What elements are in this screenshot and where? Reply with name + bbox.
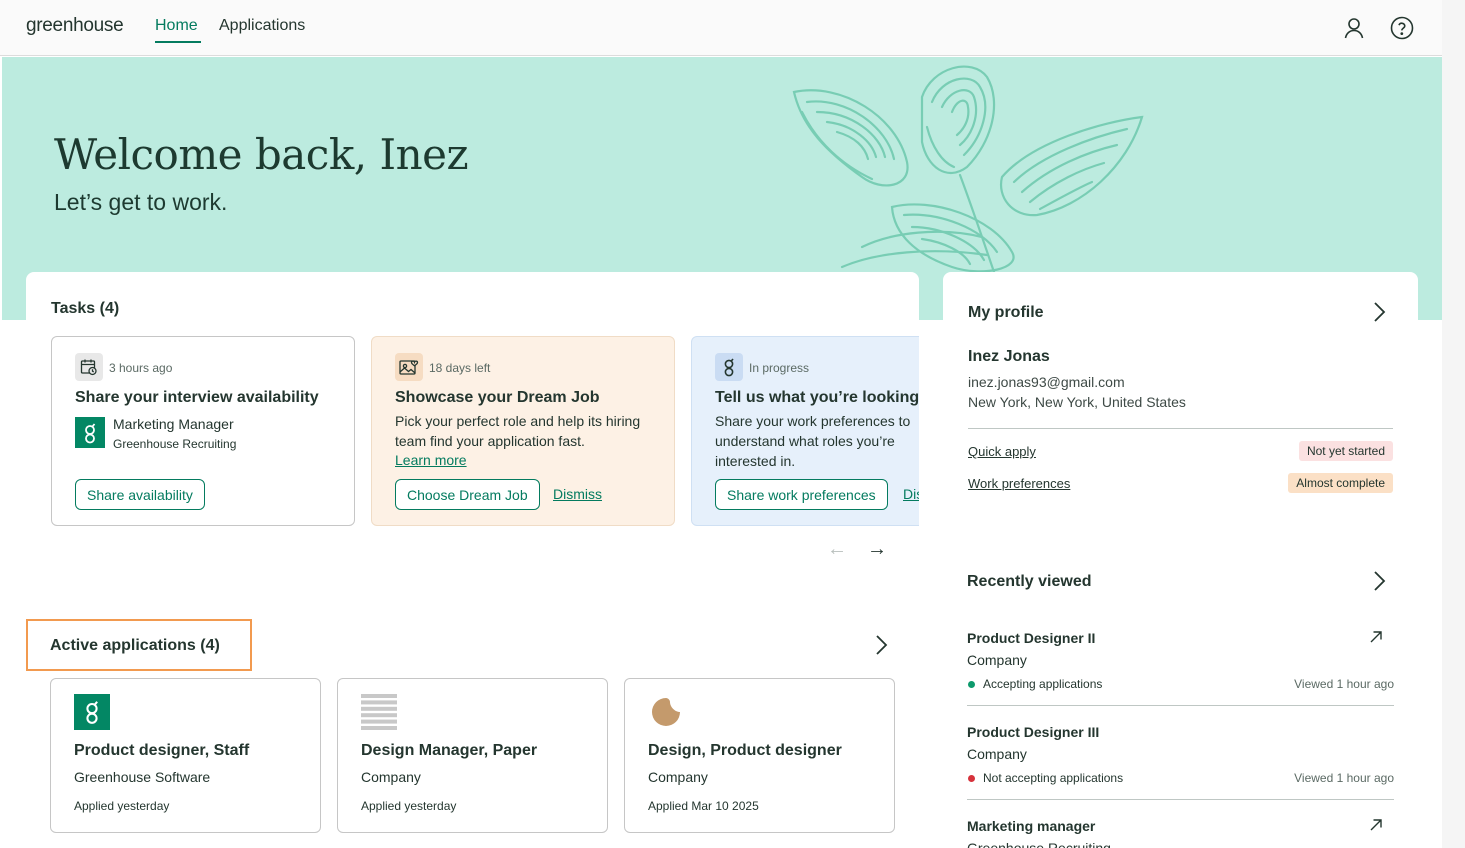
task-card-dream-job: 18 days left Showcase your Dream Job Pic… xyxy=(371,336,675,526)
task-badge xyxy=(75,353,103,381)
application-title: Design Manager, Paper xyxy=(361,742,538,759)
job-status: Accepting applications xyxy=(983,677,1103,691)
job-company: Company xyxy=(967,746,1027,762)
carousel-next-arrow-icon[interactable]: → xyxy=(867,538,887,561)
active-applications-heading[interactable]: Active applications (4) xyxy=(50,637,220,655)
application-title: Design, Product designer xyxy=(648,742,842,759)
dismiss-link[interactable]: Dismiss xyxy=(553,486,602,502)
user-account-icon[interactable] xyxy=(1342,16,1366,40)
job-title: Product Designer III xyxy=(967,724,1100,740)
job-company: Company xyxy=(967,652,1027,668)
work-preferences-link[interactable]: Work preferences xyxy=(968,476,1070,491)
chevron-right-icon[interactable] xyxy=(1370,570,1388,592)
image-heart-icon xyxy=(399,360,419,375)
carousel-prev-arrow-icon[interactable]: ← xyxy=(827,538,847,561)
application-date: Applied yesterday xyxy=(361,799,457,813)
greenhouse-logo[interactable]: greenhouse xyxy=(26,15,124,37)
my-profile-card: My profile Inez Jonas inez.jonas93@gmail… xyxy=(943,272,1418,517)
application-card[interactable]: Product designer, Staff Greenhouse Softw… xyxy=(50,678,321,833)
greenhouse-g-glyph xyxy=(86,701,98,724)
divider xyxy=(968,428,1393,429)
external-link-arrow-icon[interactable] xyxy=(1368,629,1384,645)
job-company: Greenhouse Recruiting xyxy=(967,840,1111,848)
learn-more-link[interactable]: Learn more xyxy=(395,452,467,468)
status-dot-not-accepting xyxy=(968,775,975,782)
tasks-heading: Tasks (4) xyxy=(51,300,120,317)
greenhouse-logo-icon xyxy=(74,694,110,730)
divider xyxy=(967,705,1394,706)
profile-location: New York, New York, United States xyxy=(968,394,1186,410)
dismiss-link[interactable]: Dismiss xyxy=(903,486,919,502)
task-description: Share your work preferences to understan… xyxy=(715,413,911,469)
application-company: Greenhouse Software xyxy=(74,769,211,785)
quick-apply-status-badge: Not yet started xyxy=(1298,441,1393,461)
help-icon[interactable] xyxy=(1390,16,1414,40)
recently-viewed-heading[interactable]: Recently viewed xyxy=(967,573,1092,591)
task-title: Showcase your Dream Job xyxy=(395,389,600,406)
profile-name: Inez Jonas xyxy=(968,348,1050,365)
choose-dream-job-button[interactable]: Choose Dream Job xyxy=(395,479,540,510)
nav-applications-link[interactable]: Applications xyxy=(219,17,305,35)
greenhouse-g-glyph xyxy=(85,422,96,443)
external-link-arrow-icon[interactable] xyxy=(1368,817,1384,833)
task-job-role: Marketing Manager xyxy=(113,416,234,432)
tasks-card: Tasks (4) 3 hours ago Share your intervi… xyxy=(26,272,919,582)
task-title: Tell us what you’re looking xyxy=(715,389,919,406)
striped-company-logo-icon xyxy=(361,694,397,730)
welcome-subheading: Let’s get to work. xyxy=(54,189,228,215)
chevron-right-icon[interactable] xyxy=(1370,301,1388,323)
task-title: Share your interview availability xyxy=(75,389,319,406)
my-profile-heading[interactable]: My profile xyxy=(968,304,1044,322)
task-card-work-preferences: In progress Tell us what you’re looking … xyxy=(691,336,919,526)
recently-viewed-card: Recently viewed Product Designer II Comp… xyxy=(943,541,1418,848)
task-badge xyxy=(715,353,743,381)
share-work-preferences-button[interactable]: Share work preferences xyxy=(715,479,888,510)
profile-email: inez.jonas93@gmail.com xyxy=(968,374,1125,390)
active-tab-indicator xyxy=(155,41,201,43)
active-applications-card: Active applications (4) Product designer… xyxy=(26,606,919,848)
page-edge-strip xyxy=(1442,0,1465,848)
circle-company-logo-icon xyxy=(652,698,680,726)
calendar-clock-icon xyxy=(80,359,97,376)
greenhouse-g-icon xyxy=(724,358,734,377)
task-progress-status: In progress xyxy=(749,361,810,375)
task-card-interview-availability: 3 hours ago Share your interview availab… xyxy=(51,336,355,526)
application-title: Product designer, Staff xyxy=(74,742,250,759)
job-title: Marketing manager xyxy=(967,818,1096,834)
task-timestamp: 3 hours ago xyxy=(109,361,173,375)
status-dot-accepting xyxy=(968,681,975,688)
application-company: Company xyxy=(361,769,421,785)
job-status: Not accepting applications xyxy=(983,771,1124,785)
top-navigation: greenhouse Home Applications xyxy=(0,0,1442,56)
task-deadline: 18 days left xyxy=(429,361,491,375)
share-availability-button[interactable]: Share availability xyxy=(75,479,205,510)
chevron-right-icon[interactable] xyxy=(872,634,890,656)
greenhouse-g-icon xyxy=(75,417,105,448)
application-date: Applied yesterday xyxy=(74,799,170,813)
task-badge xyxy=(395,353,423,381)
fingerprint-leaf-illustration xyxy=(792,65,1144,272)
divider xyxy=(967,799,1394,800)
viewed-timestamp: Viewed 1 hour ago xyxy=(1294,677,1394,691)
quick-apply-link[interactable]: Quick apply xyxy=(968,444,1036,459)
job-title: Product Designer II xyxy=(967,630,1096,646)
task-description: Pick your perfect role and help its hiri… xyxy=(395,413,641,449)
viewed-timestamp: Viewed 1 hour ago xyxy=(1294,771,1394,785)
application-card[interactable]: Design Manager, Paper Company Applied ye… xyxy=(337,678,608,833)
welcome-heading: Welcome back, Inez xyxy=(54,130,469,179)
application-date: Applied Mar 10 2025 xyxy=(648,799,759,813)
task-company: Greenhouse Recruiting xyxy=(113,437,237,451)
nav-home-link[interactable]: Home xyxy=(155,17,198,35)
work-preferences-status-badge: Almost complete xyxy=(1288,473,1393,493)
application-card[interactable]: Design, Product designer Company Applied… xyxy=(624,678,895,833)
application-company: Company xyxy=(648,769,708,785)
